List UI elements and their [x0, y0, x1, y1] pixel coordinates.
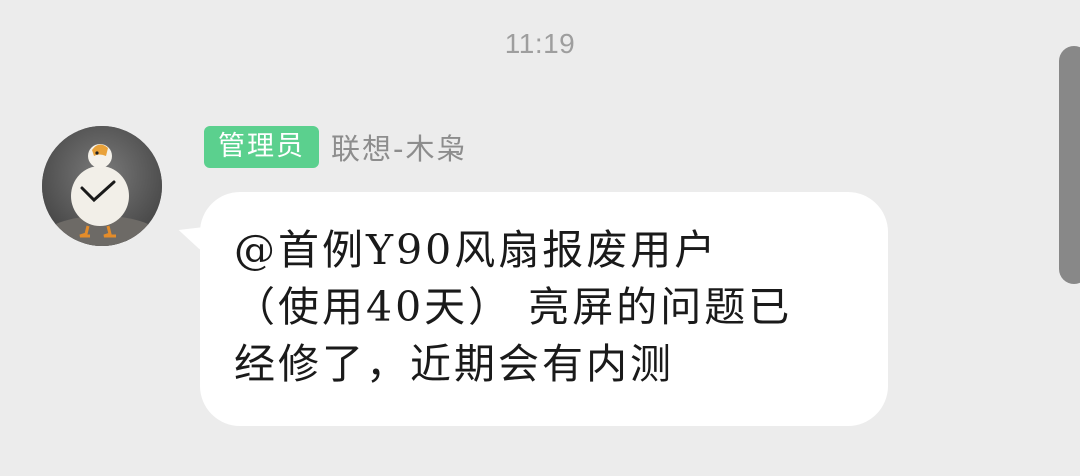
- duck-avatar-icon: [42, 126, 162, 246]
- message-text: @首例Y90风扇报废用户 （使用40天） 亮屏的问题已 经修了，近期会有内测: [234, 222, 854, 393]
- message-timestamp: 11:19: [504, 28, 576, 59]
- message-line: 经修了，近期会有内测: [234, 340, 674, 388]
- admin-role-badge: 管理员: [204, 126, 319, 168]
- message-line: @首例Y90风扇报废用户: [234, 226, 719, 274]
- sender-avatar[interactable]: [42, 126, 162, 246]
- message-bubble[interactable]: @首例Y90风扇报废用户 （使用40天） 亮屏的问题已 经修了，近期会有内测: [200, 192, 888, 426]
- sender-info: 管理员 联想-木枭: [204, 126, 467, 168]
- sender-name[interactable]: 联想-木枭: [331, 126, 467, 168]
- message-line: （使用40天） 亮屏的问题已: [234, 283, 793, 331]
- scrollbar-thumb[interactable]: [1059, 46, 1080, 284]
